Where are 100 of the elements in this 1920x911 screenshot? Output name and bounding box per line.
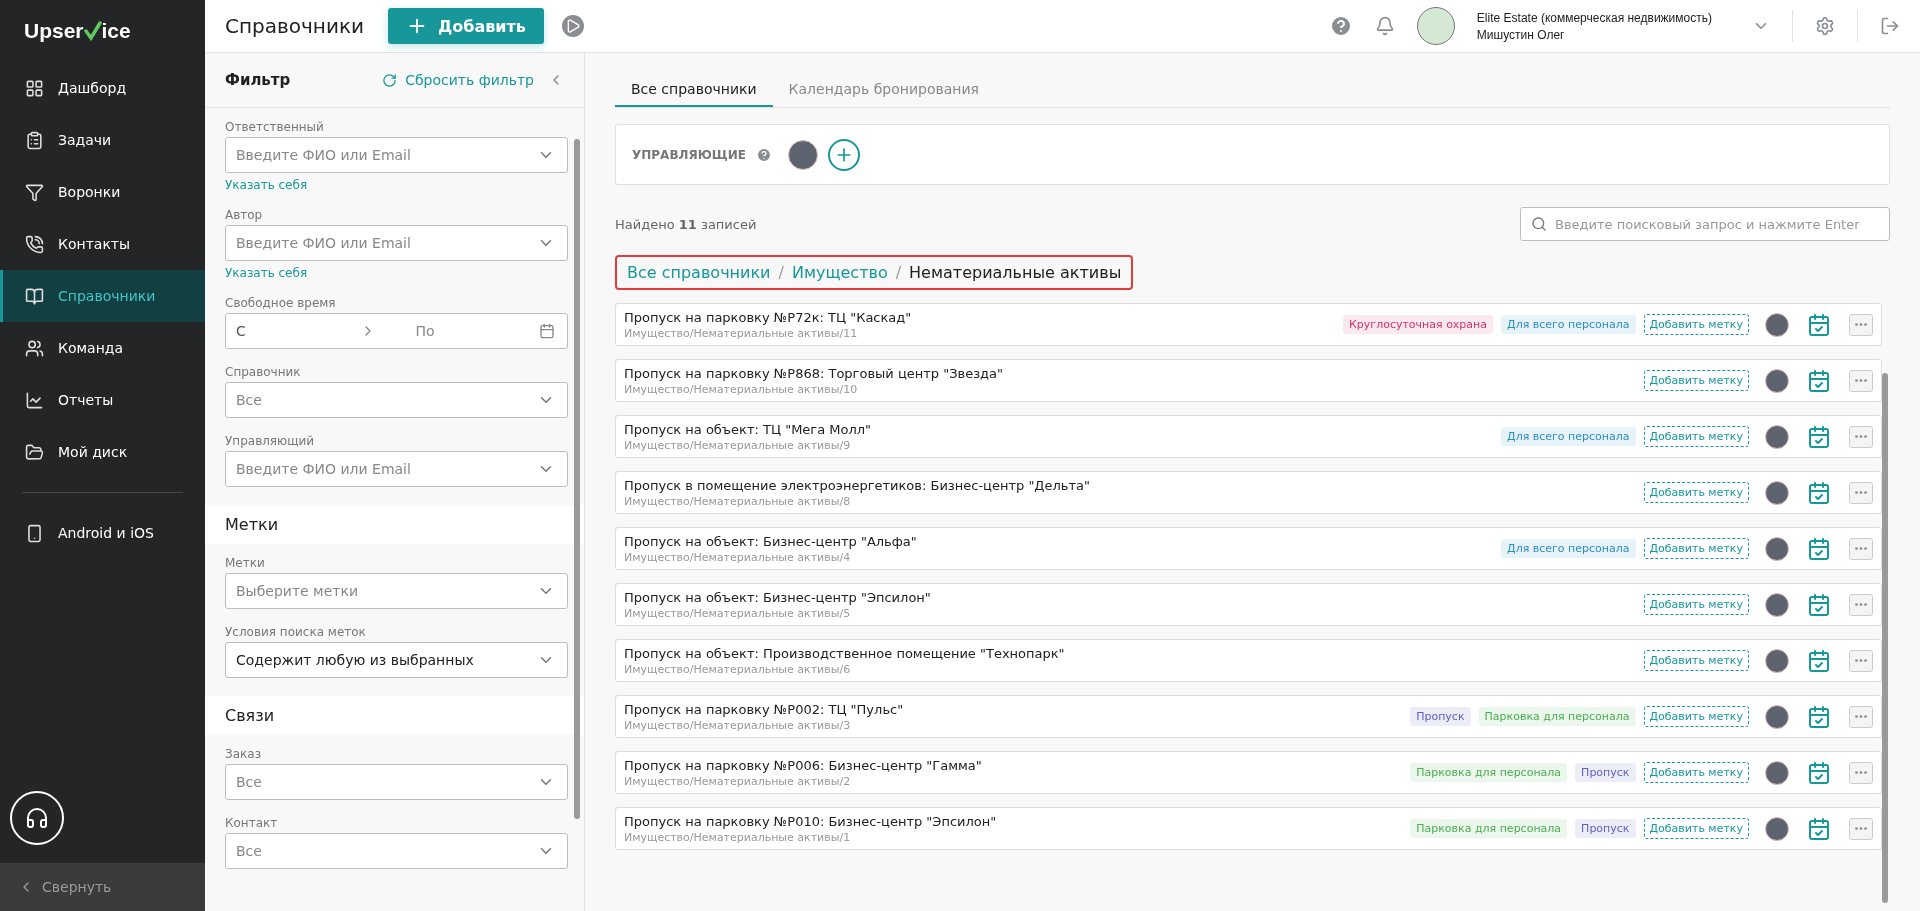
- tag: Парковка для персонала: [1478, 707, 1636, 726]
- add-tag-button[interactable]: Добавить метку: [1643, 706, 1749, 727]
- tab[interactable]: Все справочники: [615, 73, 773, 107]
- more-button[interactable]: [1849, 313, 1873, 336]
- company-name: Elite Estate (коммерческая недвижимость): [1476, 10, 1712, 25]
- more-button[interactable]: [1849, 705, 1873, 728]
- calendar-check-icon[interactable]: [1807, 816, 1831, 841]
- nav-item[interactable]: Мой диск: [0, 426, 205, 478]
- headset-icon: [25, 806, 49, 830]
- nav-item[interactable]: Контакты: [0, 218, 205, 270]
- assign-self-link[interactable]: Указать себя: [225, 178, 568, 192]
- calendar-icon: [539, 323, 555, 339]
- nav-item[interactable]: Справочники: [0, 270, 205, 322]
- play-icon[interactable]: [561, 15, 584, 37]
- select-field[interactable]: Введите ФИО или Email: [225, 137, 568, 173]
- avatar: [1765, 704, 1789, 729]
- reset-filter-link[interactable]: Сбросить фильтр: [382, 72, 534, 88]
- logout-icon[interactable]: [1880, 16, 1900, 36]
- more-button[interactable]: [1849, 593, 1873, 616]
- more-button[interactable]: [1849, 425, 1873, 448]
- bell-icon[interactable]: [1374, 16, 1395, 36]
- add-tag-button[interactable]: Добавить метку: [1643, 594, 1749, 615]
- calendar-check-icon[interactable]: [1807, 480, 1831, 505]
- more-button[interactable]: [1849, 537, 1873, 560]
- add-tag-button[interactable]: Добавить метку: [1643, 314, 1749, 335]
- avatar: [1765, 592, 1789, 617]
- list-row[interactable]: Пропуск на объект: Бизнес-центр "Эпсилон" Имущество/Нематериальные активы/5 Добавить метку: [615, 583, 1882, 626]
- select-field[interactable]: Все: [225, 833, 568, 869]
- nav-item[interactable]: Задачи: [0, 114, 205, 166]
- list-row[interactable]: Пропуск на парковку №Р010: Бизнес-центр "Эпсилон" Имущество/Нематериальные активы/1 Парковка для персонала Пропуск Добавить метку: [615, 807, 1882, 850]
- add-tag-button[interactable]: Добавить метку: [1643, 538, 1749, 559]
- select-field[interactable]: Введите ФИО или Email: [225, 225, 568, 261]
- list-row[interactable]: Пропуск на парковку №Р002: ТЦ "Пульс" Имущество/Нематериальные активы/3 Пропуск Парковка для персонала Добавить метку: [615, 695, 1882, 738]
- assign-self-link[interactable]: Указать себя: [225, 266, 568, 280]
- calendar-check-icon[interactable]: [1807, 536, 1831, 561]
- calendar-check-icon[interactable]: [1807, 592, 1831, 617]
- field-label: Управляющий: [225, 434, 316, 448]
- list-row[interactable]: Пропуск на объект: Бизнес-центр "Альфа" Имущество/Нематериальные активы/4 Для всего персонала Добавить метку: [615, 527, 1882, 570]
- tag: Пропуск: [1575, 763, 1636, 782]
- list-row[interactable]: Пропуск на парковку №Р006: Бизнес-центр "Гамма" Имущество/Нематериальные активы/2 Парковка для персонала Пропуск Добавить метку: [615, 751, 1882, 794]
- tab[interactable]: Календарь бронирования: [772, 73, 995, 107]
- add-tag-button[interactable]: Добавить метку: [1643, 762, 1749, 783]
- nav-item[interactable]: Android и iOS: [0, 507, 205, 559]
- calendar-check-icon[interactable]: [1807, 648, 1831, 673]
- add-manager-button[interactable]: [827, 138, 860, 171]
- more-button[interactable]: [1849, 817, 1873, 840]
- row-path: Имущество/Нематериальные активы/9: [624, 438, 852, 452]
- more-button[interactable]: [1849, 761, 1873, 784]
- tag: Круглосуточная охрана: [1343, 315, 1494, 334]
- add-tag-button[interactable]: Добавить метку: [1643, 426, 1749, 447]
- select-field[interactable]: Выберите метки: [225, 573, 568, 609]
- row-path: Имущество/Нематериальные активы/4: [624, 550, 852, 564]
- calendar-check-icon[interactable]: [1807, 312, 1831, 337]
- nav-item[interactable]: Отчеты: [0, 374, 205, 426]
- settings-icon[interactable]: [1815, 16, 1835, 36]
- support-button[interactable]: [10, 791, 64, 845]
- add-tag-button[interactable]: Добавить метку: [1643, 818, 1749, 839]
- list-row[interactable]: Пропуск на объект: ТЦ "Мега Молл" Имущество/Нематериальные активы/9 Для всего персонала Добавить метку: [615, 415, 1882, 458]
- more-button[interactable]: [1849, 649, 1873, 672]
- book-icon: [25, 286, 44, 306]
- row-title: Пропуск на парковку №Р006: Бизнес-центр "Гамма": [624, 757, 982, 773]
- nav-item[interactable]: Воронки: [0, 166, 205, 218]
- calendar-check-icon[interactable]: [1807, 424, 1831, 449]
- help-icon[interactable]: [755, 146, 772, 163]
- clipboard-icon: [25, 130, 44, 150]
- nav-item[interactable]: Дашборд: [0, 62, 205, 114]
- more-icon: [1855, 435, 1867, 438]
- calendar-check-icon[interactable]: [1807, 704, 1831, 729]
- date-range-field[interactable]: С По: [225, 313, 568, 349]
- list-row[interactable]: Пропуск в помещение электроэнергетиков: Бизнес-центр "Дельта" Имущество/Нематериальные активы/8 Добавить метку: [615, 471, 1882, 514]
- calendar-check-icon[interactable]: [1807, 760, 1831, 785]
- select-field[interactable]: Содержит любую из выбранных: [225, 642, 568, 678]
- calendar-check-icon[interactable]: [1807, 368, 1831, 393]
- field-label: Заказ: [225, 747, 263, 761]
- list-row[interactable]: Пропуск на парковку №Р72к: ТЦ "Каскад" Имущество/Нематериальные активы/11 Круглосуточная охрана Для всего персонала Добавить метку: [615, 303, 1882, 346]
- select-field[interactable]: Все: [225, 382, 568, 418]
- more-button[interactable]: [1849, 369, 1873, 392]
- nav-item[interactable]: Команда: [0, 322, 205, 374]
- list-row[interactable]: Пропуск на объект: Производственное помещение "Технопарк" Имущество/Нематериальные активы/6 Добавить метку: [615, 639, 1882, 682]
- add-tag-button[interactable]: Добавить метку: [1643, 370, 1749, 391]
- scrollbar[interactable]: [1882, 373, 1888, 903]
- add-button[interactable]: Добавить: [388, 8, 544, 44]
- collapse-button[interactable]: Свернуть: [0, 863, 205, 911]
- row-title: Пропуск на парковку №Р002: ТЦ "Пульс": [624, 701, 904, 717]
- tag: Пропуск: [1410, 707, 1471, 726]
- row-path: Имущество/Нематериальные активы/3: [624, 718, 852, 732]
- row-title: Пропуск на парковку №Р868: Торговый центр "Звезда": [624, 365, 1003, 381]
- row-path: Имущество/Нематериальные активы/10: [624, 382, 859, 396]
- more-button[interactable]: [1849, 481, 1873, 504]
- select-field[interactable]: Все: [225, 764, 568, 800]
- add-tag-button[interactable]: Добавить метку: [1643, 650, 1749, 671]
- add-tag-button[interactable]: Добавить метку: [1643, 482, 1749, 503]
- breadcrumb-link[interactable]: Имущество: [791, 263, 888, 282]
- breadcrumb-link[interactable]: Все справочники: [627, 263, 771, 282]
- search-field[interactable]: Введите поисковый запрос и нажмите Enter: [1520, 207, 1890, 241]
- select-field[interactable]: Введите ФИО или Email: [225, 451, 568, 487]
- scrollbar[interactable]: [574, 139, 580, 819]
- avatar: [1765, 760, 1789, 785]
- more-icon: [1855, 659, 1867, 662]
- list-row[interactable]: Пропуск на парковку №Р868: Торговый центр "Звезда" Имущество/Нематериальные активы/10 Добавить метку: [615, 359, 1882, 402]
